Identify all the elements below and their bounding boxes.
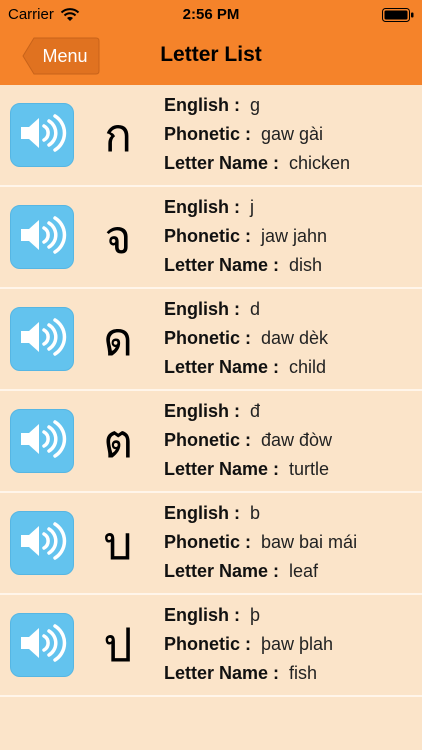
speaker-play-button[interactable] <box>10 409 74 473</box>
letter-name-value: chicken <box>289 153 351 173</box>
english-value: đ <box>250 401 261 421</box>
letter-row[interactable]: บ English : b Phonetic : baw bai mái Lette… <box>0 493 422 595</box>
battery-icon <box>382 8 414 22</box>
letter-name-line: Letter Name : chicken <box>164 149 350 178</box>
phonetic-line: Phonetic : baw bai mái <box>164 528 357 557</box>
speaker-play-button[interactable] <box>10 103 74 167</box>
english-label: English : <box>164 401 240 421</box>
speaker-icon <box>17 419 67 464</box>
letter-name-value: child <box>289 357 327 377</box>
speaker-icon <box>17 521 67 566</box>
phonetic-line: Phonetic : gaw gài <box>164 120 350 149</box>
letter-name-value: fish <box>289 663 318 683</box>
letter-name-label: Letter Name : <box>164 561 280 581</box>
english-value: g <box>250 95 261 115</box>
navigation-header: Carrier 2:56 PM Menu Letter List <box>0 0 422 85</box>
letter-name-line: Letter Name : turtle <box>164 455 332 484</box>
english-line: English : d <box>164 295 328 324</box>
letter-name-line: Letter Name : dish <box>164 251 327 280</box>
english-line: English : j <box>164 193 327 222</box>
speaker-play-button[interactable] <box>10 613 74 677</box>
letter-info: English : b Phonetic : baw bai mái Letter … <box>164 499 357 586</box>
thai-letter: บ <box>103 516 133 570</box>
phonetic-value: daw dèk <box>261 328 329 348</box>
status-time: 2:56 PM <box>182 6 240 23</box>
phonetic-value: gaw gài <box>261 124 324 144</box>
phonetic-line: Phonetic : jaw jahn <box>164 222 327 251</box>
phonetic-label: Phonetic : <box>164 124 252 144</box>
english-value: j <box>250 197 254 217</box>
speaker-icon <box>17 113 67 158</box>
speaker-play-button[interactable] <box>10 205 74 269</box>
thai-letter: ต <box>103 414 133 468</box>
status-bar: Carrier 2:56 PM <box>0 0 422 30</box>
letter-name-label: Letter Name : <box>164 153 280 173</box>
english-label: English : <box>164 503 240 523</box>
speaker-icon <box>17 215 67 260</box>
letter-row[interactable]: ต English : đ Phonetic : đaw đòw Letter Na… <box>0 391 422 493</box>
speaker-icon <box>17 317 67 362</box>
phonetic-value: đaw đòw <box>261 430 333 450</box>
letter-info: English : g Phonetic : gaw gài Letter Name… <box>164 91 350 178</box>
phonetic-value: jaw jahn <box>261 226 328 246</box>
english-label: English : <box>164 197 240 217</box>
phonetic-label: Phonetic : <box>164 226 252 246</box>
letter-name-value: leaf <box>289 561 319 581</box>
phonetic-label: Phonetic : <box>164 634 252 654</box>
speaker-play-button[interactable] <box>10 307 74 371</box>
thai-letter: จ <box>104 210 132 264</box>
letter-info: English : þ Phonetic : þaw þlah Letter Nam… <box>164 601 333 688</box>
letter-name-label: Letter Name : <box>164 357 280 377</box>
phonetic-line: Phonetic : þaw þlah <box>164 630 333 659</box>
letter-row[interactable]: จ English : j Phonetic : jaw jahn Letter N… <box>0 187 422 289</box>
letter-name-line: Letter Name : leaf <box>164 557 357 586</box>
english-line: English : g <box>164 91 350 120</box>
english-value: d <box>250 299 261 319</box>
phonetic-value: baw bai mái <box>261 532 358 552</box>
english-value: þ <box>250 605 261 625</box>
speaker-icon <box>17 623 67 668</box>
thai-letter: ก <box>104 108 132 162</box>
thai-letter: ป <box>103 618 133 672</box>
letter-row[interactable]: ก English : g Phonetic : gaw gài Letter Na… <box>0 85 422 187</box>
page-title: Letter List <box>160 43 262 66</box>
english-value: b <box>250 503 261 523</box>
letter-info: English : j Phonetic : jaw jahn Letter Nam… <box>164 193 327 280</box>
letter-list: ก English : g Phonetic : gaw gài Letter Na… <box>0 85 422 697</box>
english-label: English : <box>164 605 240 625</box>
letter-info: English : đ Phonetic : đaw đòw Letter Name… <box>164 397 332 484</box>
letter-name-label: Letter Name : <box>164 663 280 683</box>
thai-letter: ด <box>103 312 133 366</box>
english-label: English : <box>164 299 240 319</box>
phonetic-label: Phonetic : <box>164 328 252 348</box>
letter-name-label: Letter Name : <box>164 255 280 275</box>
phonetic-line: Phonetic : đaw đòw <box>164 426 332 455</box>
speaker-play-button[interactable] <box>10 511 74 575</box>
phonetic-label: Phonetic : <box>164 532 252 552</box>
phonetic-line: Phonetic : daw dèk <box>164 324 328 353</box>
letter-name-line: Letter Name : child <box>164 353 328 382</box>
letter-name-line: Letter Name : fish <box>164 659 333 688</box>
english-label: English : <box>164 95 240 115</box>
letter-name-value: turtle <box>289 459 330 479</box>
letter-row[interactable]: ป English : þ Phonetic : þaw þlah Letter N… <box>0 595 422 697</box>
phonetic-label: Phonetic : <box>164 430 252 450</box>
letter-info: English : d Phonetic : daw dèk Letter Name… <box>164 295 328 382</box>
english-line: English : b <box>164 499 357 528</box>
letter-name-value: dish <box>289 255 323 275</box>
english-line: English : đ <box>164 397 332 426</box>
phonetic-value: þaw þlah <box>261 634 334 654</box>
letter-row[interactable]: ด English : d Phonetic : daw dèk Letter Na… <box>0 289 422 391</box>
letter-name-label: Letter Name : <box>164 459 280 479</box>
english-line: English : þ <box>164 601 333 630</box>
